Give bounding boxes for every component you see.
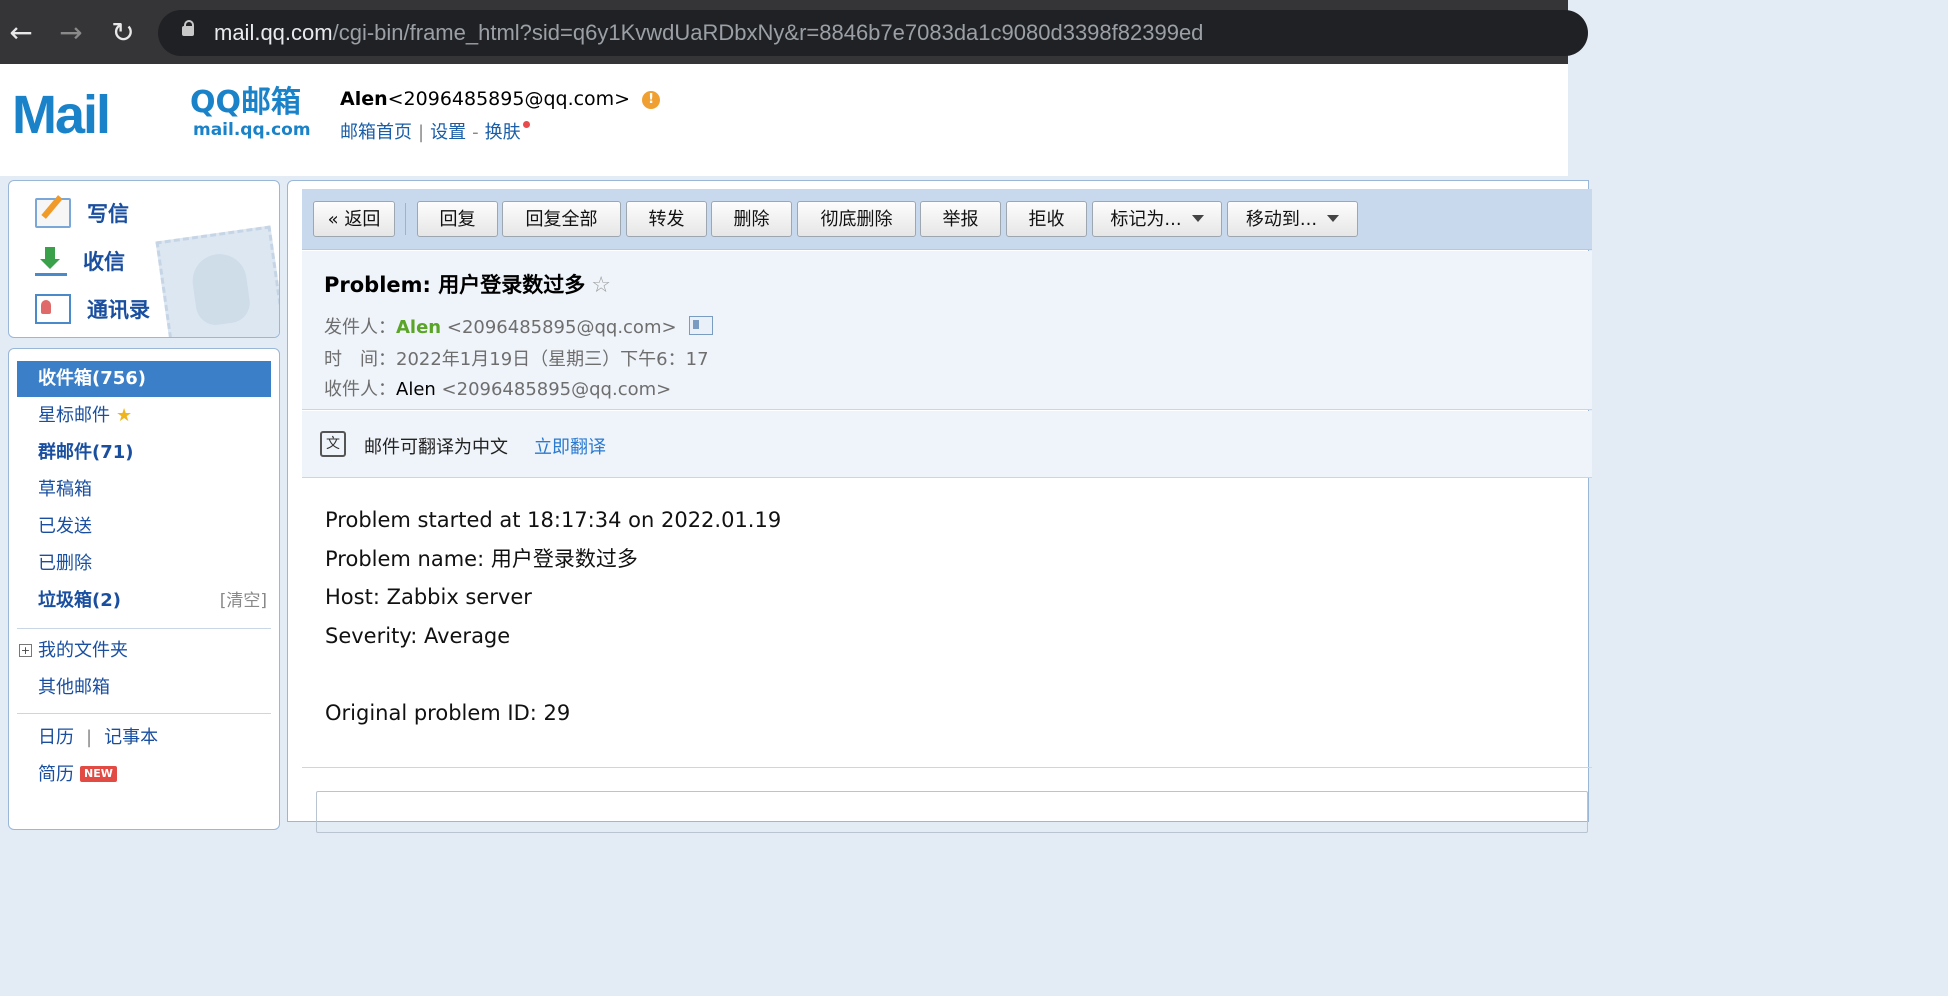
folder-other-mailboxes[interactable]: 其他邮箱 [17, 670, 271, 706]
translate-now-link[interactable]: 立即翻译 [534, 433, 606, 459]
receive-mail-label: 收信 [83, 250, 125, 274]
notification-dot-icon [522, 121, 530, 128]
calendar-notes-row: 日历 | 记事本 [38, 727, 159, 748]
mail-header-info: Problem: 用户登录数过多 ☆ 发件人：Alen <2096485895@q… [302, 251, 1592, 410]
user-email: <2096485895@qq.com> [387, 88, 631, 110]
report-button[interactable]: 举报 [920, 201, 1001, 237]
sender-row: 发件人：Alen <2096485895@qq.com> [324, 313, 713, 339]
recipient-row: 收件人：Alen <2096485895@qq.com> [324, 375, 671, 401]
mail-reader: « 返回 回复 回复全部 转发 删除 彻底删除 举报 拒收 标记为... 移动到… [287, 180, 1592, 833]
back-arrow-icon[interactable]: ← [6, 18, 36, 48]
warning-icon[interactable]: ! [642, 91, 661, 109]
contact-card-icon [35, 294, 71, 324]
resume-link[interactable]: 简历 NEW [17, 757, 271, 793]
time-row: 时 间：2022年1月19日（星期三）下午6：17 [324, 345, 709, 371]
new-badge: NEW [80, 766, 117, 782]
recipient-label: 收件人： [324, 379, 396, 400]
calendar-link[interactable]: 日历 [38, 727, 74, 748]
recipient-name[interactable]: Alen [396, 379, 436, 400]
folder-my-folders[interactable]: + 我的文件夹 [17, 633, 271, 669]
forward-arrow-icon[interactable]: → [56, 18, 86, 48]
divider [302, 767, 1592, 768]
user-identity: Alen<2096485895@qq.com>! [340, 88, 661, 110]
logo-qq-text: QQ邮箱 [190, 85, 302, 120]
translate-bar: 文 邮件可翻译为中文 立即翻译 [302, 411, 1592, 478]
reject-button[interactable]: 拒收 [1006, 201, 1087, 237]
mail-subject: Problem: 用户登录数过多 ☆ [324, 273, 611, 298]
folder-starred[interactable]: 星标邮件 ★ [17, 398, 271, 434]
write-mail-label: 写信 [87, 202, 129, 226]
left-sidebar: 写信 收信 通讯录 收件箱(756) 星标邮件 ★ 群邮件(71) 草稿箱 已发送… [8, 180, 280, 830]
sender-email[interactable]: <2096485895@qq.com> [447, 317, 677, 338]
recipient-email[interactable]: <2096485895@qq.com> [442, 379, 672, 400]
divider [17, 628, 271, 629]
mail-body: Problem started at 18:17:34 on 2022.01.1… [325, 501, 781, 732]
reply-all-button[interactable]: 回复全部 [502, 201, 621, 237]
contacts-button[interactable]: 通讯录 [35, 289, 150, 329]
delete-button[interactable]: 删除 [711, 201, 792, 237]
body-line: Problem started at 18:17:34 on 2022.01.1… [325, 508, 782, 532]
divider [17, 713, 271, 714]
body-line: Host: Zabbix server [325, 585, 532, 609]
folder-sent[interactable]: 已发送 [17, 509, 271, 545]
folder-deleted[interactable]: 已删除 [17, 546, 271, 582]
mail-header: Mail QQ邮箱 mail.qq.com Alen<2096485895@qq… [0, 64, 1568, 176]
star-outline-icon[interactable]: ☆ [591, 273, 611, 298]
contact-card-icon[interactable] [688, 316, 713, 335]
sender-name[interactable]: Alen [396, 317, 441, 338]
folder-spam[interactable]: 垃圾箱(2) [清空] [17, 583, 271, 619]
body-line: Problem name: 用户登录数过多 [325, 546, 638, 571]
translate-hint: 邮件可翻译为中文 [364, 437, 508, 458]
address-bar[interactable]: mail.qq.com/cgi-bin/frame_html?sid=q6y1K… [158, 10, 1588, 56]
stamp-decoration-icon [155, 225, 279, 337]
sender-label: 发件人： [324, 317, 396, 338]
reply-button[interactable]: 回复 [417, 201, 498, 237]
expand-plus-icon[interactable]: + [19, 644, 32, 657]
folder-inbox[interactable]: 收件箱(756) [17, 361, 271, 397]
notes-link[interactable]: 记事本 [104, 727, 158, 748]
quick-reply-input[interactable] [316, 791, 1588, 833]
qq-mail-logo[interactable]: Mail QQ邮箱 mail.qq.com [12, 86, 312, 148]
download-icon [35, 246, 67, 276]
contacts-label: 通讯录 [87, 298, 150, 322]
folder-drafts[interactable]: 草稿箱 [17, 472, 271, 508]
header-links: 邮箱首页 | 设置 - 换肤 [340, 118, 530, 144]
url-text[interactable]: mail.qq.com/cgi-bin/frame_html?sid=q6y1K… [214, 20, 1203, 46]
mark-as-dropdown[interactable]: 标记为... [1092, 201, 1222, 237]
pencil-icon [35, 198, 71, 228]
mailbox-home-link[interactable]: 邮箱首页 [340, 122, 412, 143]
body-line: Original problem ID: 29 [325, 700, 571, 725]
translate-icon: 文 [320, 431, 346, 457]
logo-mail-text: Mail [12, 85, 111, 145]
chevron-down-icon [1327, 215, 1340, 222]
settings-link[interactable]: 设置 [430, 122, 466, 143]
receive-mail-button[interactable]: 收信 [35, 241, 125, 281]
user-name: Alen [340, 88, 388, 110]
forward-button[interactable]: 转发 [626, 201, 707, 237]
clear-spam-link[interactable]: [清空] [220, 583, 267, 619]
time-value: 2022年1月19日（星期三）下午6：17 [396, 349, 709, 370]
logo-domain-text: mail.qq.com [193, 120, 311, 140]
delete-permanent-button[interactable]: 彻底删除 [797, 201, 916, 237]
star-icon: ★ [116, 405, 133, 426]
time-label: 时 间： [324, 349, 396, 370]
back-button[interactable]: « 返回 [313, 201, 395, 237]
chevron-down-icon [1191, 215, 1204, 222]
body-line [325, 655, 781, 694]
body-line: Severity: Average [325, 623, 511, 648]
write-mail-button[interactable]: 写信 [35, 193, 129, 233]
reload-icon[interactable]: ↻ [108, 18, 138, 48]
skin-link[interactable]: 换肤 [485, 122, 521, 143]
mail-toolbar: « 返回 回复 回复全部 转发 删除 彻底删除 举报 拒收 标记为... 移动到… [302, 189, 1592, 250]
folder-group[interactable]: 群邮件(71) [17, 435, 271, 471]
move-to-dropdown[interactable]: 移动到... [1227, 201, 1358, 237]
compose-panel: 写信 收信 通讯录 [8, 180, 280, 338]
lock-icon[interactable] [182, 20, 194, 36]
folder-list: 收件箱(756) 星标邮件 ★ 群邮件(71) 草稿箱 已发送 已删除 垃圾箱(2… [8, 348, 280, 830]
browser-toolbar: ← → ↻ mail.qq.com/cgi-bin/frame_html?sid… [0, 0, 1588, 64]
